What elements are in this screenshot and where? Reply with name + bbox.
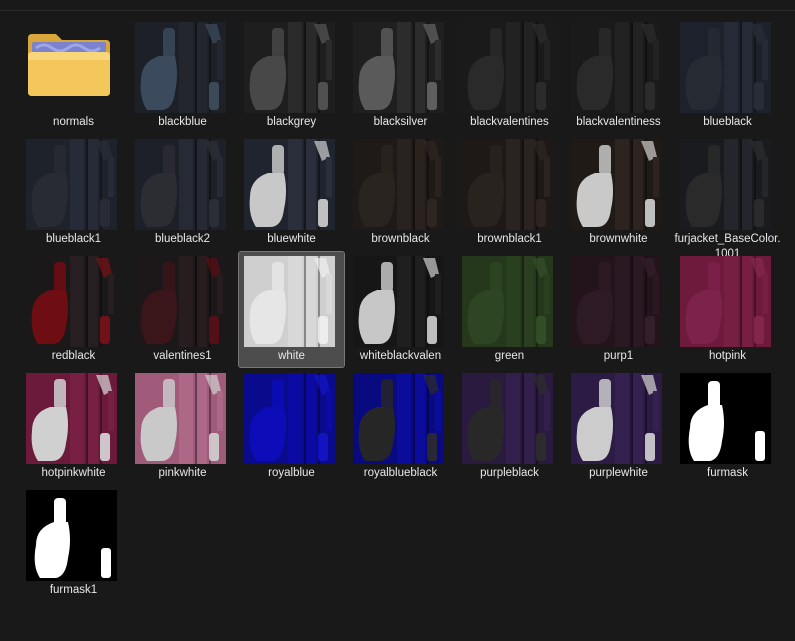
texture-thumbnail	[26, 373, 117, 464]
file-item[interactable]: furmask	[675, 369, 780, 484]
texture-thumbnail	[571, 22, 662, 113]
texture-thumbnail	[135, 22, 226, 113]
file-name: purp1	[603, 350, 634, 362]
file-name: bluewhite	[267, 233, 316, 245]
texture-thumbnail	[680, 256, 771, 347]
file-item[interactable]: royalblue	[239, 369, 344, 484]
file-item[interactable]: white	[238, 251, 345, 368]
texture-thumbnail	[680, 139, 771, 230]
folder-icon	[26, 32, 112, 98]
file-item[interactable]: bluewhite	[239, 135, 344, 250]
folder-item[interactable]: normals	[21, 18, 126, 133]
texture-thumbnail	[571, 256, 662, 347]
file-name: valentines1	[153, 350, 212, 362]
texture-thumbnail	[244, 373, 335, 464]
file-name: normals	[53, 116, 94, 128]
texture-thumbnail	[462, 256, 553, 347]
file-name: blackvalentiness	[576, 116, 661, 128]
texture-thumbnail	[571, 373, 662, 464]
file-grid: normals blackblue blackgrey blacksilver blac…	[21, 18, 784, 603]
file-name: blackvalentines	[470, 116, 549, 128]
file-item[interactable]: hotpink	[675, 252, 780, 367]
texture-thumbnail	[353, 256, 444, 347]
texture-thumbnail	[680, 22, 771, 113]
texture-thumbnail	[26, 139, 117, 230]
file-item[interactable]: blueblack1	[21, 135, 126, 250]
file-item[interactable]: blueblack2	[130, 135, 235, 250]
file-name: royalblueblack	[363, 467, 438, 479]
texture-thumbnail	[462, 373, 553, 464]
file-item[interactable]: redblack	[21, 252, 126, 367]
file-name: royalblue	[268, 467, 315, 479]
texture-thumbnail	[462, 139, 553, 230]
texture-thumbnail	[571, 139, 662, 230]
file-item[interactable]: blackvalentiness	[566, 18, 671, 133]
texture-thumbnail	[680, 373, 771, 464]
file-item[interactable]: blueblack	[675, 18, 780, 133]
texture-thumbnail	[135, 139, 226, 230]
file-name: blackblue	[158, 116, 207, 128]
file-name: purplewhite	[589, 467, 648, 479]
file-item[interactable]: blackblue	[130, 18, 235, 133]
texture-thumbnail	[26, 490, 117, 581]
file-item[interactable]: brownblack1	[457, 135, 562, 250]
file-item[interactable]: valentines1	[130, 252, 235, 367]
file-name: hotpinkwhite	[41, 467, 106, 479]
file-item[interactable]: green	[457, 252, 562, 367]
file-item[interactable]: furmask1	[21, 486, 126, 601]
file-item[interactable]: hotpinkwhite	[21, 369, 126, 484]
texture-thumbnail	[462, 22, 553, 113]
texture-thumbnail	[244, 22, 335, 113]
file-name: blackgrey	[266, 116, 317, 128]
texture-thumbnail	[353, 373, 444, 464]
file-item[interactable]: pinkwhite	[130, 369, 235, 484]
file-name: white	[278, 350, 305, 362]
file-name: blueblack2	[155, 233, 210, 245]
file-name: hotpink	[708, 350, 747, 362]
file-name: brownblack	[371, 233, 430, 245]
file-item[interactable]: royalblueblack	[348, 369, 453, 484]
file-item[interactable]: purp1	[566, 252, 671, 367]
file-item[interactable]: blackvalentines	[457, 18, 562, 133]
file-item[interactable]: purplewhite	[566, 369, 671, 484]
texture-thumbnail	[26, 256, 117, 347]
file-name: furmask	[707, 467, 748, 479]
texture-thumbnail	[135, 373, 226, 464]
file-item[interactable]: furjacket_BaseColor.1001	[674, 135, 781, 260]
file-name: blacksilver	[373, 116, 428, 128]
texture-thumbnail	[353, 22, 444, 113]
texture-thumbnail	[353, 139, 444, 230]
file-name: brownblack1	[477, 233, 542, 245]
file-name: pinkwhite	[158, 467, 207, 479]
file-name: redblack	[51, 350, 96, 362]
file-item[interactable]: brownwhite	[566, 135, 671, 250]
file-name: purpleblack	[480, 467, 539, 479]
file-name: whiteblackvalen	[359, 350, 442, 362]
texture-thumbnail	[135, 256, 226, 347]
file-item[interactable]: blackgrey	[239, 18, 344, 133]
file-name: furmask1	[49, 584, 98, 596]
header-divider	[0, 10, 795, 11]
file-item[interactable]: brownblack	[348, 135, 453, 250]
file-item[interactable]: purpleblack	[457, 369, 562, 484]
texture-thumbnail	[244, 256, 335, 347]
file-item[interactable]: blacksilver	[348, 18, 453, 133]
texture-thumbnail	[244, 139, 335, 230]
file-name: blueblack1	[46, 233, 101, 245]
file-name: blueblack	[703, 116, 752, 128]
file-item[interactable]: whiteblackvalen	[348, 252, 453, 367]
file-name: brownwhite	[589, 233, 648, 245]
file-name: green	[494, 350, 525, 362]
